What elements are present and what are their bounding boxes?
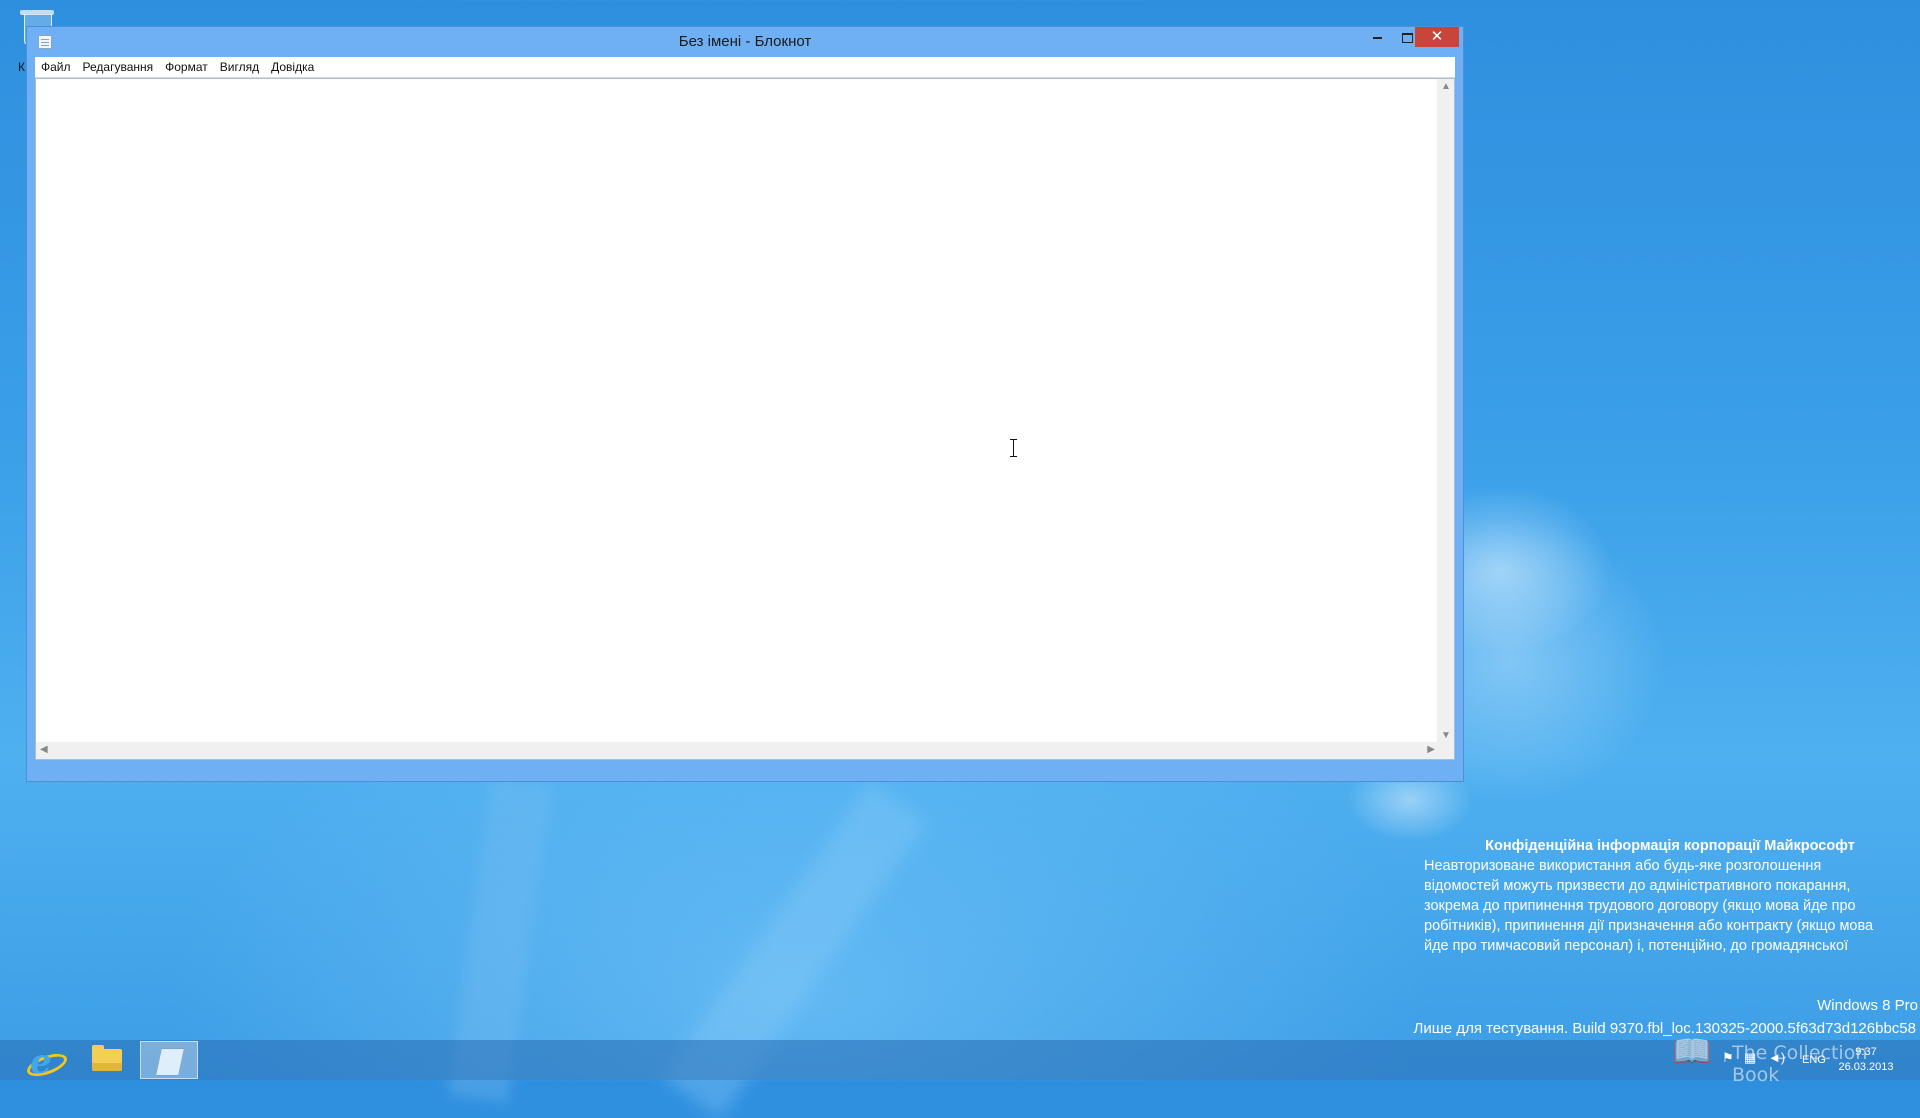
scroll-right-icon[interactable]: ▶ <box>1427 744 1435 755</box>
menu-file[interactable]: Файл <box>35 57 77 77</box>
maximize-icon <box>1401 32 1413 43</box>
menu-help[interactable]: Довідка <box>265 57 320 77</box>
menu-format[interactable]: Формат <box>159 57 214 77</box>
minimize-icon <box>1372 36 1382 39</box>
recycle-bin-label: К <box>18 60 25 74</box>
folder-icon <box>92 1045 122 1071</box>
confidential-line: йде про тимчасовий персонал) і, потенцій… <box>1424 938 1849 954</box>
horizontal-scrollbar[interactable]: ◀ ▶ <box>36 742 1439 759</box>
confidential-title: Конфіденційна інформація корпорації Майк… <box>1485 838 1855 854</box>
notepad-taskbar-button[interactable] <box>140 1041 198 1079</box>
scroll-down-icon[interactable]: ▼ <box>1441 730 1451 741</box>
taskbar: e ⚑ ▦ ◄) ENG 9:37 26.03.2013 <box>0 1040 1920 1082</box>
watermark-text: The Collection Book <box>1732 1042 1868 1086</box>
menu-edit[interactable]: Редагування <box>77 57 160 77</box>
close-button[interactable]: ✕ <box>1415 27 1459 47</box>
text-editor[interactable]: ▲ ▼ ◀ ▶ <box>35 78 1455 760</box>
text-cursor-icon <box>1010 439 1018 457</box>
notepad-icon <box>155 1048 185 1076</box>
confidential-notice: Конфіденційна інформація корпорації Майк… <box>1424 836 1916 956</box>
internet-explorer-button[interactable]: e <box>16 1041 74 1082</box>
window-title: Без імені - Блокнот <box>678 33 812 50</box>
menu-bar: Файл Редагування Формат Вигляд Довідка <box>35 57 1455 78</box>
book-watermark-icon: 📖 <box>1672 1033 1712 1069</box>
confidential-line: Неавторизоване використання або будь-яке… <box>1424 858 1822 874</box>
confidential-line: зокрема до припинення трудового договору… <box>1424 898 1856 914</box>
confidential-line: відомостей можуть призвести до адміністр… <box>1424 878 1851 894</box>
file-explorer-button[interactable] <box>78 1041 136 1079</box>
scroll-left-icon[interactable]: ◀ <box>40 744 48 755</box>
resize-grip-icon[interactable] <box>1437 742 1454 759</box>
windows-edition: Windows 8 Pro <box>1817 997 1918 1014</box>
close-icon: ✕ <box>1430 28 1444 45</box>
notepad-window: Без імені - Блокнот ✕ Файл Редагування Фор… <box>26 26 1464 782</box>
internet-explorer-icon: e <box>30 1042 52 1082</box>
build-info: Лише для тестування. Build 9370.fbl_loc.… <box>1413 1020 1916 1037</box>
vertical-scrollbar[interactable]: ▲ ▼ <box>1437 79 1454 743</box>
scroll-up-icon[interactable]: ▲ <box>1441 81 1451 92</box>
menu-view[interactable]: Вигляд <box>214 57 265 77</box>
confidential-line: робітників), припинення дії призначення … <box>1424 918 1874 934</box>
minimize-button[interactable] <box>1362 27 1392 47</box>
title-bar[interactable]: Без імені - Блокнот ✕ <box>27 27 1463 55</box>
